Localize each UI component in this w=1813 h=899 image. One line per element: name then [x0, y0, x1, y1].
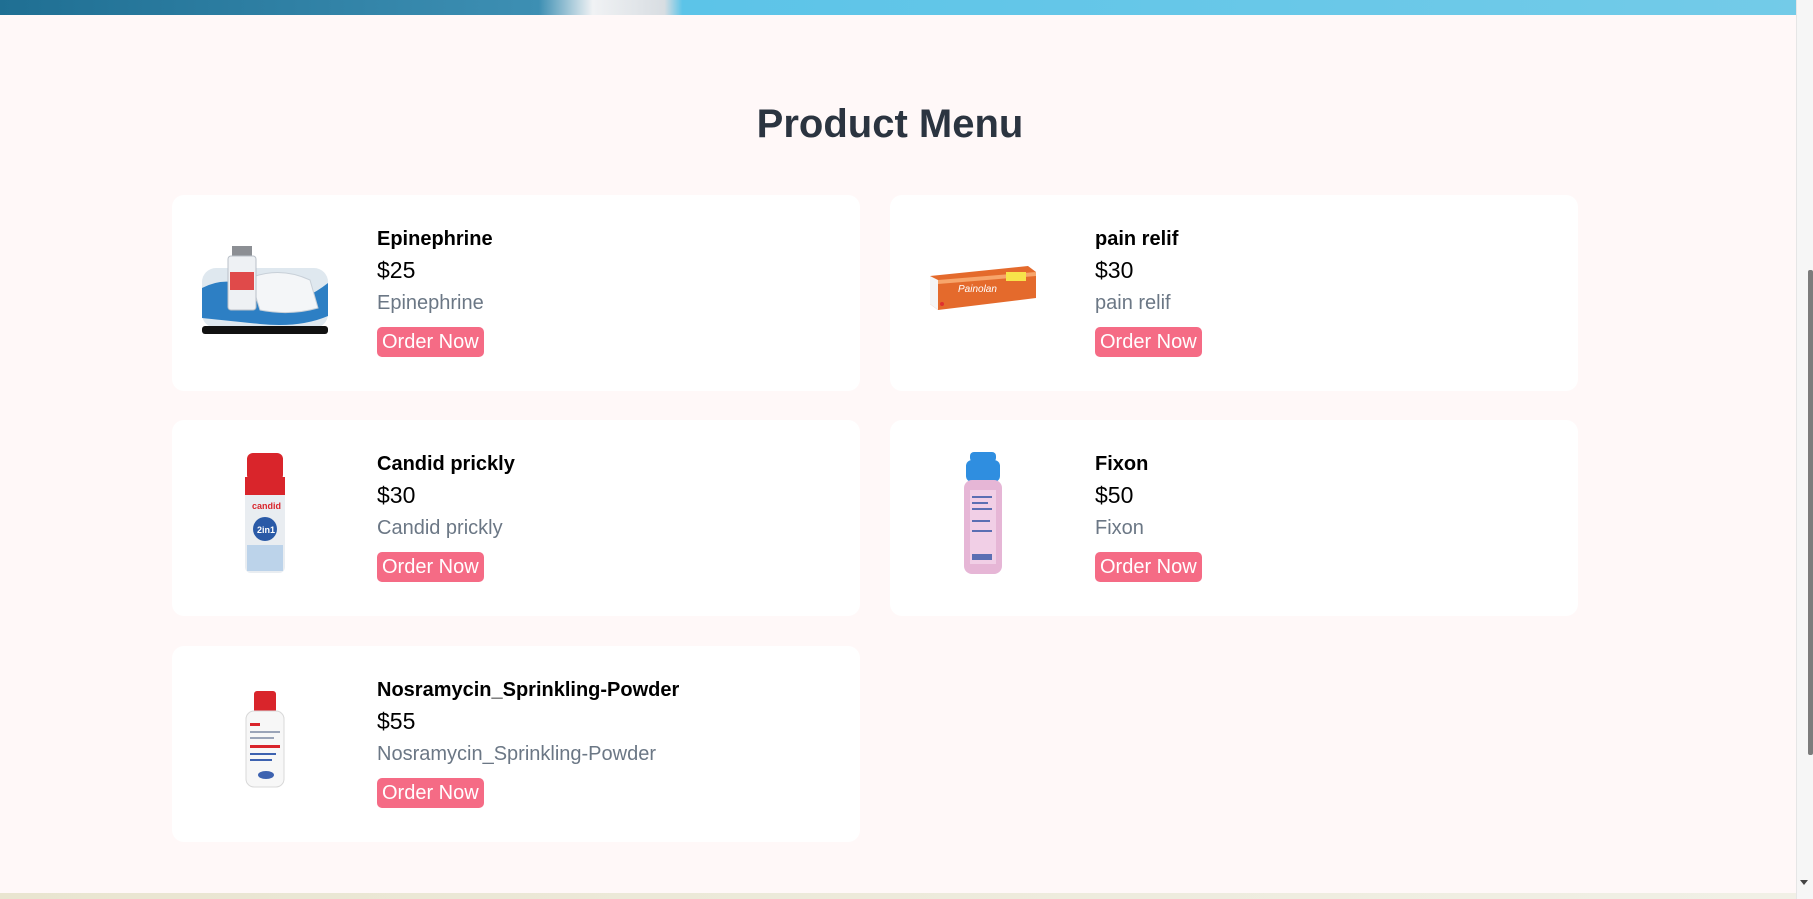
header-banner-edge [0, 0, 1796, 15]
order-now-button[interactable]: Order Now [377, 778, 484, 808]
product-card: Nosramycin_Sprinkling-Powder $55 Nosramy… [172, 646, 860, 842]
product-description: Nosramycin_Sprinkling-Powder [377, 743, 656, 765]
product-description: Candid prickly [377, 517, 503, 539]
svg-text:candid: candid [252, 501, 281, 511]
product-card: Painolan pain relif $30 pain relif Order… [890, 195, 1578, 391]
page-title: Product Menu [756, 102, 1024, 146]
product-description: pain relif [1095, 292, 1171, 314]
order-now-button[interactable]: Order Now [1095, 327, 1202, 357]
product-image [918, 448, 1048, 578]
vial-with-masks-image [202, 246, 328, 334]
scroll-down-arrow-icon[interactable] [1800, 880, 1808, 885]
product-name: Fixon [1095, 453, 1149, 475]
product-name: Nosramycin_Sprinkling-Powder [377, 679, 680, 701]
scrollbar-thumb[interactable] [1808, 270, 1813, 755]
product-price: $25 [377, 257, 416, 283]
product-price: $55 [377, 708, 416, 734]
product-name: pain relif [1095, 228, 1179, 250]
footer-edge [0, 893, 1796, 899]
product-description: Epinephrine [377, 292, 484, 314]
product-name: Epinephrine [377, 228, 493, 250]
product-price: $50 [1095, 482, 1134, 508]
product-card: Fixon $50 Fixon Order Now [890, 420, 1578, 616]
product-card: Epinephrine $25 Epinephrine Order Now [172, 195, 860, 391]
page-viewport: Product Menu Epinephrine $25 Epinephrine… [0, 0, 1796, 899]
product-card: candid 2in1 Candid prickly $30 Candid pr… [172, 420, 860, 616]
svg-text:Painolan: Painolan [958, 284, 997, 295]
orange-tube-box-image: Painolan [930, 266, 1036, 310]
product-name: Candid prickly [377, 453, 515, 475]
order-now-button[interactable]: Order Now [1095, 552, 1202, 582]
product-image: Painolan [918, 223, 1048, 353]
product-description: Fixon [1095, 517, 1144, 539]
product-image [200, 223, 330, 353]
order-now-button[interactable]: Order Now [377, 327, 484, 357]
product-price: $30 [377, 482, 416, 508]
white-powder-bottle-image [245, 691, 285, 788]
pink-lotion-bottle-image [964, 452, 1002, 574]
svg-text:2in1: 2in1 [257, 525, 275, 535]
product-image: candid 2in1 [200, 448, 330, 578]
product-price: $30 [1095, 257, 1134, 283]
red-powder-bottle-image: candid 2in1 [245, 453, 285, 573]
order-now-button[interactable]: Order Now [377, 552, 484, 582]
product-image [200, 674, 330, 804]
